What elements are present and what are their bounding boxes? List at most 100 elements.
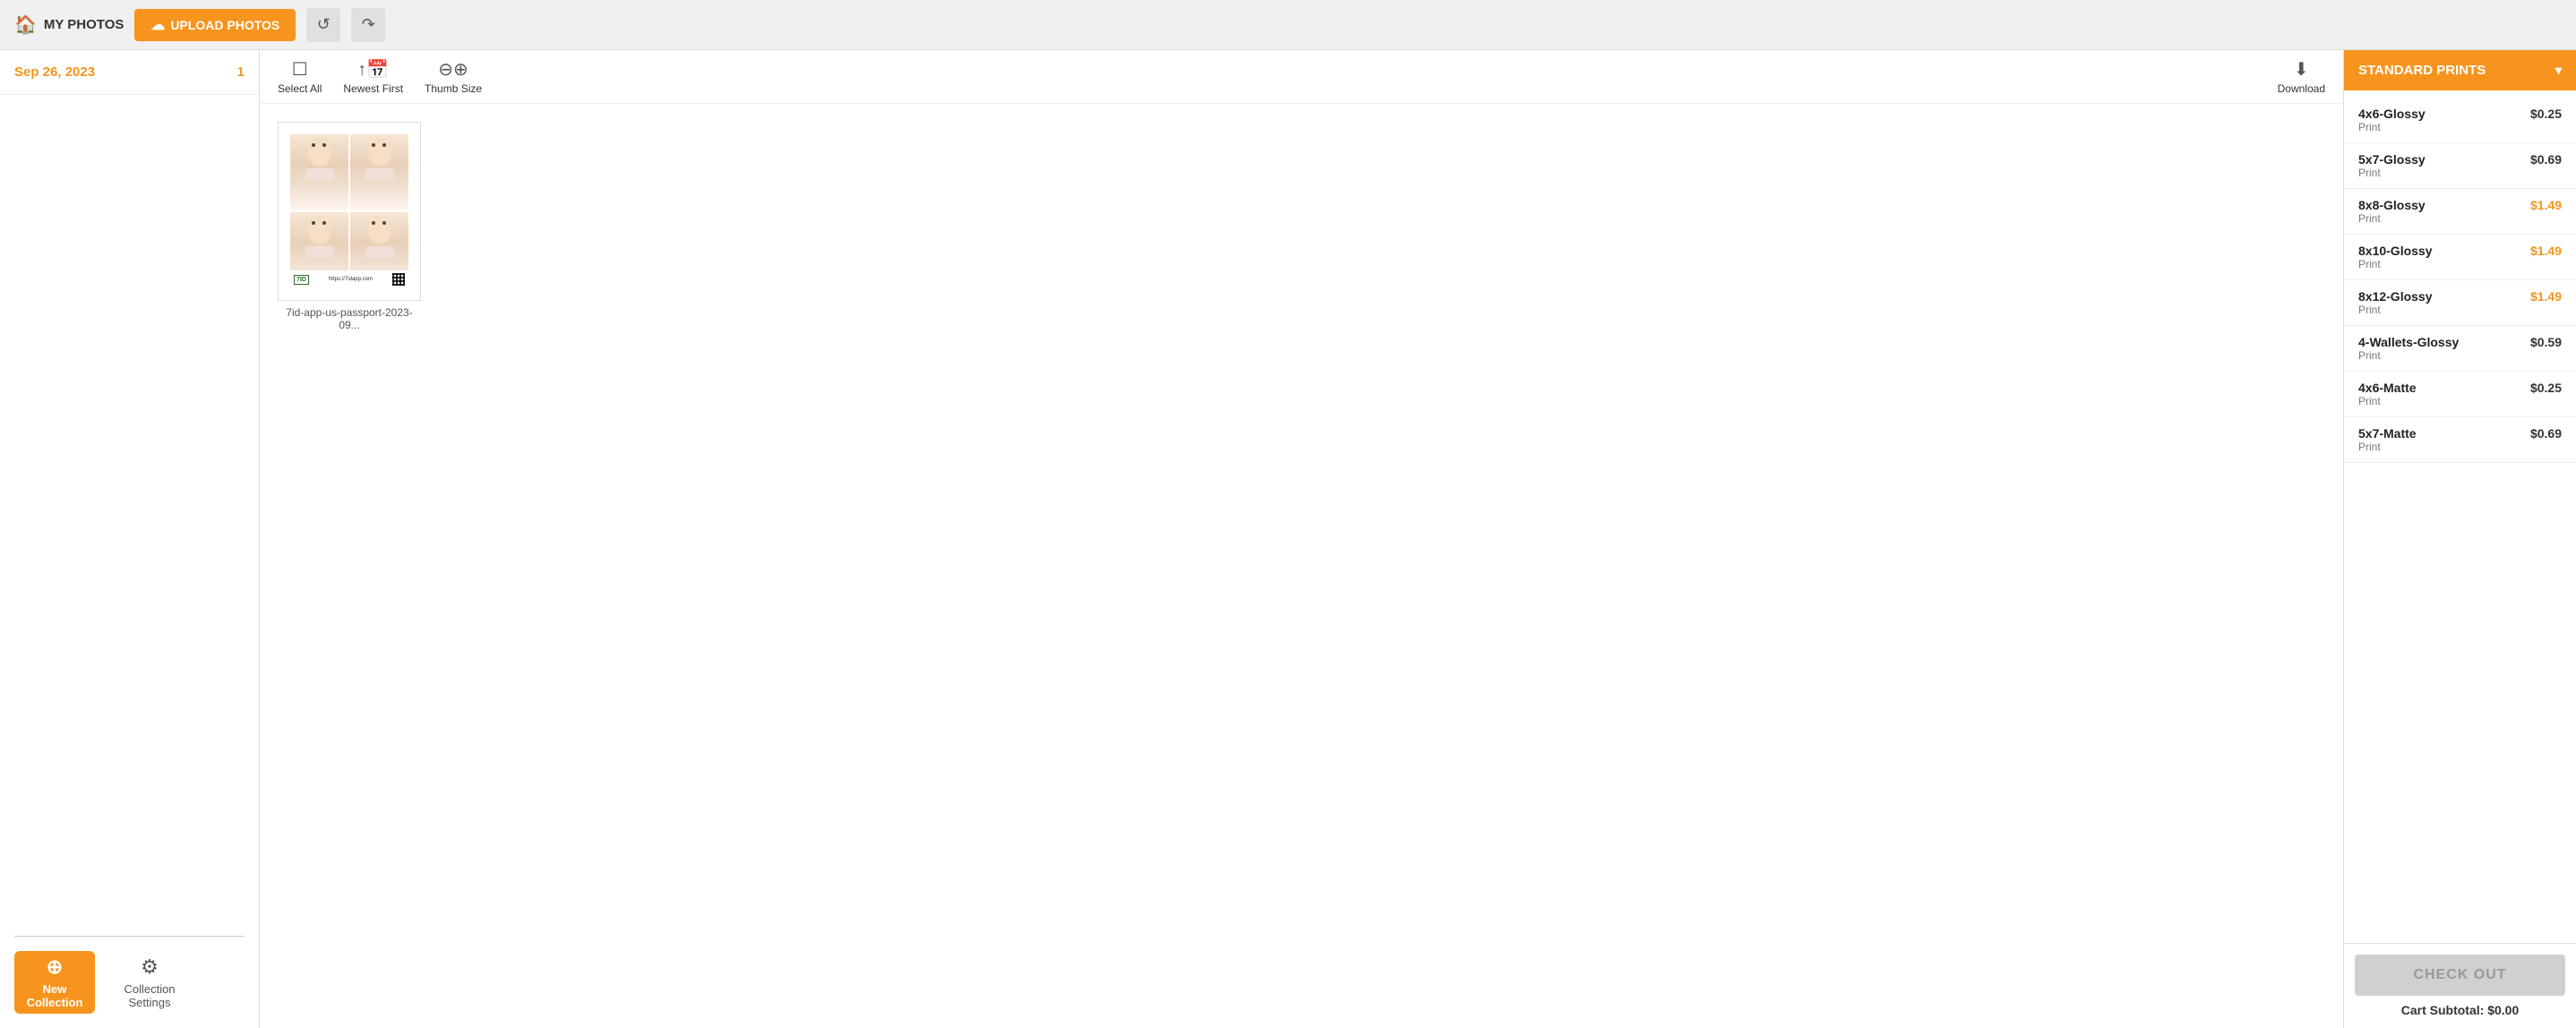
share-icon: ↷ <box>362 15 375 34</box>
baby-head-1 <box>307 138 332 167</box>
print-price: $0.25 <box>2530 381 2562 395</box>
sidebar-actions: ⊕ New Collection ⚙ Collection Settings <box>0 937 259 1028</box>
print-name: 8x8-Glossy <box>2358 198 2426 212</box>
passport-cell-2 <box>350 134 408 210</box>
new-collection-label: New Collection <box>14 982 95 1009</box>
top-bar: 🏠 MY PHOTOS ☁ UPLOAD PHOTOS ↺ ↷ <box>0 0 2576 50</box>
download-label: Download <box>2278 82 2325 95</box>
baby-head-3 <box>307 216 332 244</box>
refresh-button[interactable]: ↺ <box>306 8 340 42</box>
print-info: 4x6-Matte Print <box>2358 381 2417 407</box>
photo-filename: 7id-app-us-passport-2023-09... <box>278 306 421 331</box>
photos-icon: 🏠 <box>14 13 37 36</box>
upload-photos-button[interactable]: ☁ UPLOAD PHOTOS <box>134 9 296 41</box>
print-name: 5x7-Glossy <box>2358 152 2426 167</box>
thumb-size-icon: ⊖⊕ <box>438 58 468 81</box>
baby-head-4 <box>367 216 392 244</box>
print-type: Print <box>2358 395 2417 407</box>
print-name: 8x10-Glossy <box>2358 244 2433 258</box>
toolbar: ☐ Select All ↑📅 Newest First ⊖⊕ Thumb Si… <box>260 50 2343 104</box>
baby-body-2 <box>365 168 394 181</box>
standard-prints-label: STANDARD PRINTS <box>2358 63 2486 78</box>
right-panel: STANDARD PRINTS ▾ 4x6-Glossy Print $0.25… <box>2343 50 2576 1028</box>
print-type: Print <box>2358 212 2426 225</box>
gear-icon: ⚙ <box>141 955 159 979</box>
collection-settings-button[interactable]: ⚙ Collection Settings <box>109 955 190 1009</box>
standard-prints-button[interactable]: STANDARD PRINTS ▾ <box>2344 50 2576 90</box>
chevron-down-icon: ▾ <box>2555 63 2562 78</box>
print-type: Print <box>2358 258 2433 270</box>
print-item[interactable]: 8x10-Glossy Print $1.49 <box>2344 235 2576 280</box>
baby-body-4 <box>365 246 394 259</box>
print-name: 4x6-Glossy <box>2358 107 2426 121</box>
print-info: 5x7-Matte Print <box>2358 426 2417 453</box>
print-info: 8x10-Glossy Print <box>2358 244 2433 270</box>
baby-body-1 <box>305 168 334 181</box>
print-price: $0.59 <box>2530 335 2562 349</box>
print-type: Print <box>2358 121 2426 133</box>
photo-grid: 7ID https://7idapp.com 7id-app-us-passpo… <box>260 104 2343 1028</box>
print-price: $0.69 <box>2530 152 2562 167</box>
sidebar-spacer <box>0 95 259 936</box>
print-type: Print <box>2358 349 2459 362</box>
baby-face-1 <box>290 134 348 210</box>
print-item[interactable]: 8x8-Glossy Print $1.49 <box>2344 189 2576 235</box>
newest-first-label: Newest First <box>343 82 403 95</box>
print-info: 8x8-Glossy Print <box>2358 198 2426 225</box>
main-layout: Sep 26, 2023 1 ⊕ New Collection ⚙ Collec… <box>0 50 2576 1028</box>
select-all-button[interactable]: ☐ Select All <box>278 58 322 95</box>
checkout-area: CHECK OUT Cart Subtotal: $0.00 <box>2344 943 2576 1028</box>
my-photos-area: 🏠 MY PHOTOS <box>14 13 124 36</box>
cart-subtotal: Cart Subtotal: $0.00 <box>2355 1003 2565 1017</box>
print-info: 5x7-Glossy Print <box>2358 152 2426 179</box>
print-item[interactable]: 4x6-Glossy Print $0.25 <box>2344 98 2576 143</box>
print-name: 8x12-Glossy <box>2358 289 2433 304</box>
refresh-icon: ↺ <box>317 15 331 34</box>
print-type: Print <box>2358 441 2417 453</box>
thumb-size-label: Thumb Size <box>425 82 482 95</box>
print-info: 4-Wallets-Glossy Print <box>2358 335 2459 362</box>
prints-list: 4x6-Glossy Print $0.25 5x7-Glossy Print … <box>2344 90 2576 943</box>
left-sidebar: Sep 26, 2023 1 ⊕ New Collection ⚙ Collec… <box>0 50 260 1028</box>
print-info: 8x12-Glossy Print <box>2358 289 2433 316</box>
print-item[interactable]: 4-Wallets-Glossy Print $0.59 <box>2344 326 2576 372</box>
print-type: Print <box>2358 304 2433 316</box>
select-all-label: Select All <box>278 82 322 95</box>
print-item[interactable]: 8x12-Glossy Print $1.49 <box>2344 280 2576 326</box>
date-row: Sep 26, 2023 1 <box>0 50 259 95</box>
print-name: 4-Wallets-Glossy <box>2358 335 2459 349</box>
checkout-button[interactable]: CHECK OUT <box>2355 955 2565 996</box>
thumb-size-button[interactable]: ⊖⊕ Thumb Size <box>425 58 482 95</box>
date-label: Sep 26, 2023 <box>14 64 95 80</box>
newest-first-button[interactable]: ↑📅 Newest First <box>343 58 403 95</box>
share-button[interactable]: ↷ <box>351 8 385 42</box>
photo-thumbnail: 7ID https://7idapp.com <box>278 122 421 301</box>
passport-photo-grid: 7ID https://7idapp.com <box>287 131 412 292</box>
cloud-upload-icon: ☁ <box>150 16 165 34</box>
print-price: $0.69 <box>2530 426 2562 441</box>
print-info: 4x6-Glossy Print <box>2358 107 2426 133</box>
print-name: 5x7-Matte <box>2358 426 2417 441</box>
download-button[interactable]: ⬇ Download <box>2278 58 2325 95</box>
sort-icon: ↑📅 <box>357 58 389 81</box>
passport-bottom-bar: 7ID https://7idapp.com <box>290 270 408 288</box>
baby-head-2 <box>367 138 392 167</box>
passport-logo: 7ID <box>294 275 309 285</box>
photo-item[interactable]: 7ID https://7idapp.com 7id-app-us-passpo… <box>278 122 421 331</box>
collection-settings-label: Collection Settings <box>109 982 190 1009</box>
qr-code <box>392 273 405 286</box>
print-name: 4x6-Matte <box>2358 381 2417 395</box>
print-type: Print <box>2358 167 2426 179</box>
upload-btn-label: UPLOAD PHOTOS <box>170 18 279 32</box>
my-photos-label: MY PHOTOS <box>44 17 124 32</box>
passport-cell-1 <box>290 134 348 210</box>
date-count: 1 <box>237 64 245 80</box>
new-collection-button[interactable]: ⊕ New Collection <box>14 951 95 1014</box>
print-price: $0.25 <box>2530 107 2562 121</box>
passport-url: https://7idapp.com <box>329 277 373 282</box>
plus-circle-icon: ⊕ <box>47 955 63 979</box>
print-item[interactable]: 4x6-Matte Print $0.25 <box>2344 372 2576 417</box>
print-item[interactable]: 5x7-Matte Print $0.69 <box>2344 417 2576 463</box>
print-item[interactable]: 5x7-Glossy Print $0.69 <box>2344 143 2576 189</box>
print-price: $1.49 <box>2530 289 2562 304</box>
